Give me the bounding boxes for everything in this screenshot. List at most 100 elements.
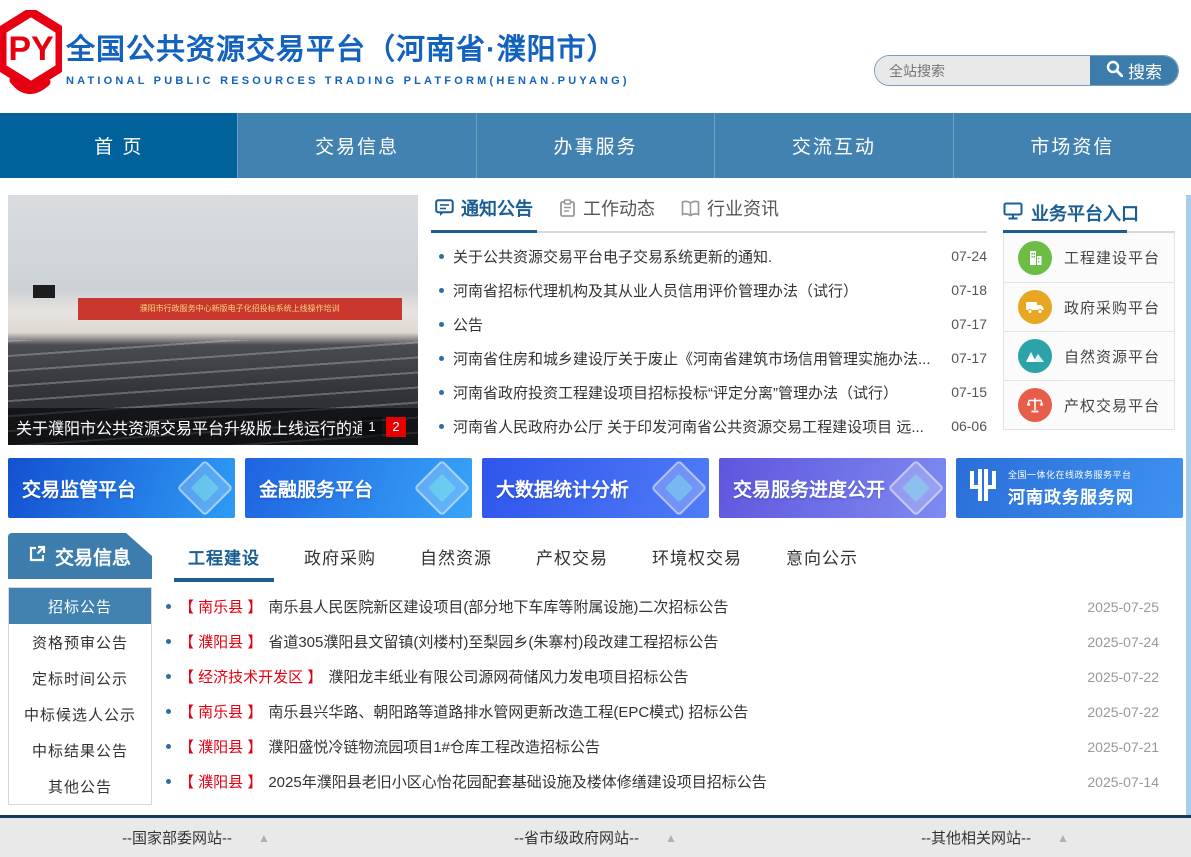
nav-item-services[interactable]: 办事服务 [476, 113, 714, 178]
announcement-date: 2025-07-24 [1087, 634, 1159, 650]
notice-row[interactable]: 河南省人民政府办公厅 关于印发河南省公共资源交易工程建设项目 远...06-06 [435, 409, 987, 443]
tab-construction[interactable]: 工程建设 [188, 544, 260, 569]
bullet-icon [439, 254, 444, 259]
region-tag: 【 经济技术开发区 】 [179, 666, 322, 687]
cat-award-time[interactable]: 定标时间公示 [9, 660, 151, 696]
announcement-row[interactable]: 【 经济技术开发区 】濮阳龙丰纸业有限公司源网荷储风力发电项目招标公告 2025-… [166, 659, 1183, 694]
bullet-icon [439, 322, 444, 327]
caret-up-icon: ▲ [665, 831, 677, 845]
notice-date: 07-17 [951, 350, 987, 366]
building-icon [1018, 241, 1052, 275]
tab-gov-procurement[interactable]: 政府采购 [304, 544, 376, 569]
search-input[interactable] [875, 56, 1090, 85]
cat-tender-announcement[interactable]: 招标公告 [9, 588, 151, 624]
banner-illustration [177, 460, 234, 517]
banner-henan-gov-service[interactable]: 全国一体化在线政务服务平台 河南政务服务网 [956, 458, 1183, 518]
notice-list: 关于公共资源交易平台电子交易系统更新的通知.07-24 河南省招标代理机构及其从… [435, 233, 987, 443]
trade-section-label: 交易信息 [55, 543, 131, 570]
tab-intent-publicity[interactable]: 意向公示 [786, 544, 858, 569]
nav-item-trade-info[interactable]: 交易信息 [237, 113, 475, 178]
notice-title: 河南省政府投资工程建设项目招标投标“评定分离”管理办法（试行） [453, 382, 939, 403]
notice-date: 07-15 [951, 384, 987, 400]
cat-prequalification[interactable]: 资格预审公告 [9, 624, 151, 660]
entry-construction-platform[interactable]: 工程建设平台 [1004, 233, 1174, 282]
page-scrollbar[interactable] [1186, 195, 1191, 815]
entry-gov-procurement-platform[interactable]: 政府采购平台 [1004, 282, 1174, 331]
cat-other-announcements[interactable]: 其他公告 [9, 768, 151, 804]
bullet-icon [166, 604, 171, 609]
banner-small-label: 全国一体化在线政务服务平台 [1008, 468, 1134, 481]
notice-title: 河南省人民政府办公厅 关于印发河南省公共资源交易工程建设项目 远... [453, 416, 939, 437]
site-logo: PY [0, 10, 62, 102]
announcement-title: 濮阳龙丰纸业有限公司源网荷储风力发电项目招标公告 [328, 666, 1073, 687]
site-title: 全国公共资源交易平台（河南省·濮阳市） [66, 26, 630, 68]
footer-dropdown-provincial-sites[interactable]: --省市级政府网站-- ▲ [514, 827, 677, 848]
region-tag: 【 南乐县 】 [179, 701, 262, 722]
banner-bigdata-analysis[interactable]: 大数据统计分析 [482, 458, 709, 518]
announcement-date: 2025-07-22 [1087, 669, 1159, 685]
search-button-label: 搜索 [1128, 58, 1162, 83]
banner-financial-services[interactable]: 金融服务平台 [245, 458, 472, 518]
notice-row[interactable]: 河南省住房和城乡建设厅关于废止《河南省建筑市场信用管理实施办法...07-17 [435, 341, 987, 375]
entry-natural-resources-platform[interactable]: 自然资源平台 [1004, 331, 1174, 380]
notice-date: 07-17 [951, 316, 987, 332]
notice-row[interactable]: 河南省政府投资工程建设项目招标投标“评定分离”管理办法（试行） 07-15 [435, 375, 987, 409]
announcement-row[interactable]: 【 南乐县 】南乐县人民医院新区建设项目(部分地下车库等附属设施)二次招标公告2… [166, 589, 1183, 624]
platform-entry-panel: 业务平台入口 工程建设平台 政府采购平台 [1003, 195, 1175, 445]
banner-trade-progress[interactable]: 交易服务进度公开 [719, 458, 946, 518]
announcement-title: 濮阳盛悦冷链物流园项目1#仓库工程改造招标公告 [268, 736, 1073, 757]
bullet-icon [439, 356, 444, 361]
notice-row[interactable]: 河南省招标代理机构及其从业人员信用评价管理办法（试行）07-18 [435, 273, 987, 307]
nav-item-home[interactable]: 首 页 [0, 113, 237, 178]
clipboard-icon [559, 199, 576, 217]
banner-row: 交易监管平台 金融服务平台 大数据统计分析 交易服务进度公开 全国一体化在线政务… [0, 445, 1191, 518]
bullet-icon [166, 779, 171, 784]
announcement-list: 【 南乐县 】 南乐县人民医院新区建设项目(部分地下车库等附属设施)二次招标公告 2… [152, 587, 1183, 805]
announcement-row[interactable]: 【 濮阳县 】省道305濮阳县文留镇(刘楼村)至梨园乡(朱寨村)段改建工程招标公… [166, 624, 1183, 659]
region-tag: 【 濮阳县 】 [179, 771, 262, 792]
announcement-date: 2025-07-14 [1087, 774, 1159, 790]
announcement-row[interactable]: 【 濮阳县 】濮阳盛悦冷链物流园项目1#仓库工程改造招标公告2025-07-21 [166, 729, 1183, 764]
announcement-title: 南乐县人民医院新区建设项目(部分地下车库等附属设施)二次招标公告 [268, 596, 1073, 617]
tab-industry-news[interactable]: 行业资讯 [681, 195, 779, 231]
truck-icon [1018, 290, 1052, 324]
trade-info-section-tab[interactable]: 交易信息 [8, 533, 152, 579]
nav-item-market-credit[interactable]: 市场资信 [953, 113, 1191, 178]
bullet-icon [166, 709, 171, 714]
tab-property-rights[interactable]: 产权交易 [536, 544, 608, 569]
footer-link-label: --省市级政府网站-- [514, 827, 639, 848]
tab-notice-announcements[interactable]: 通知公告 [435, 195, 533, 231]
notice-row[interactable]: 公告07-17 [435, 307, 987, 341]
platform-entry-header: 业务平台入口 [1003, 195, 1175, 233]
tab-environmental-rights[interactable]: 环境权交易 [652, 544, 742, 569]
notice-row[interactable]: 关于公共资源交易平台电子交易系统更新的通知.07-24 [435, 239, 987, 273]
cat-winning-candidates[interactable]: 中标候选人公示 [9, 696, 151, 732]
banner-trade-supervision[interactable]: 交易监管平台 [8, 458, 235, 518]
tab-label: 通知公告 [461, 195, 533, 221]
news-carousel[interactable]: 濮阳市行政服务中心新版电子化招投标系统上线操作培训 关于濮阳市公共资源交易平台升… [8, 195, 418, 445]
banner-label: 交易监管平台 [22, 475, 136, 502]
notice-tabs: 通知公告 工作动态 行业资讯 [435, 195, 987, 233]
search-button[interactable]: 搜索 [1090, 56, 1178, 85]
banner-label: 大数据统计分析 [496, 475, 629, 502]
tab-natural-resources[interactable]: 自然资源 [420, 544, 492, 569]
footer-dropdown-other-sites[interactable]: --其他相关网站-- ▲ [921, 827, 1069, 848]
cat-winning-results[interactable]: 中标结果公告 [9, 732, 151, 768]
carousel-caption[interactable]: 关于濮阳市公共资源交易平台升级版上线运行的通知 [16, 415, 362, 439]
caret-up-icon: ▲ [258, 831, 270, 845]
carousel-page-2[interactable]: 2 [386, 417, 406, 437]
tab-work-updates[interactable]: 工作动态 [559, 195, 655, 231]
carousel-page-1[interactable]: 1 [362, 417, 382, 437]
site-header: PY 全国公共资源交易平台（河南省·濮阳市） NATIONAL PUBLIC R… [0, 0, 1191, 113]
announcement-row[interactable]: 【 南乐县 】南乐县兴华路、朝阳路等道路排水管网更新改造工程(EPC模式) 招标… [166, 694, 1183, 729]
announcement-row[interactable]: 【 濮阳县 】2025年濮阳县老旧小区心怡花园配套基础设施及楼体修缮建设项目招标… [166, 764, 1183, 799]
bullet-icon [166, 639, 171, 644]
entry-property-rights-platform[interactable]: 产权交易平台 [1004, 380, 1174, 429]
nav-item-interaction[interactable]: 交流互动 [714, 113, 952, 178]
announcement-date: 2025-07-22 [1087, 704, 1159, 720]
logo-letters: PY [8, 30, 54, 68]
tab-label: 工作动态 [583, 195, 655, 221]
bullet-icon [439, 424, 444, 429]
footer-dropdown-national-sites[interactable]: --国家部委网站-- ▲ [122, 827, 270, 848]
announcement-date: 2025-07-21 [1087, 739, 1159, 755]
